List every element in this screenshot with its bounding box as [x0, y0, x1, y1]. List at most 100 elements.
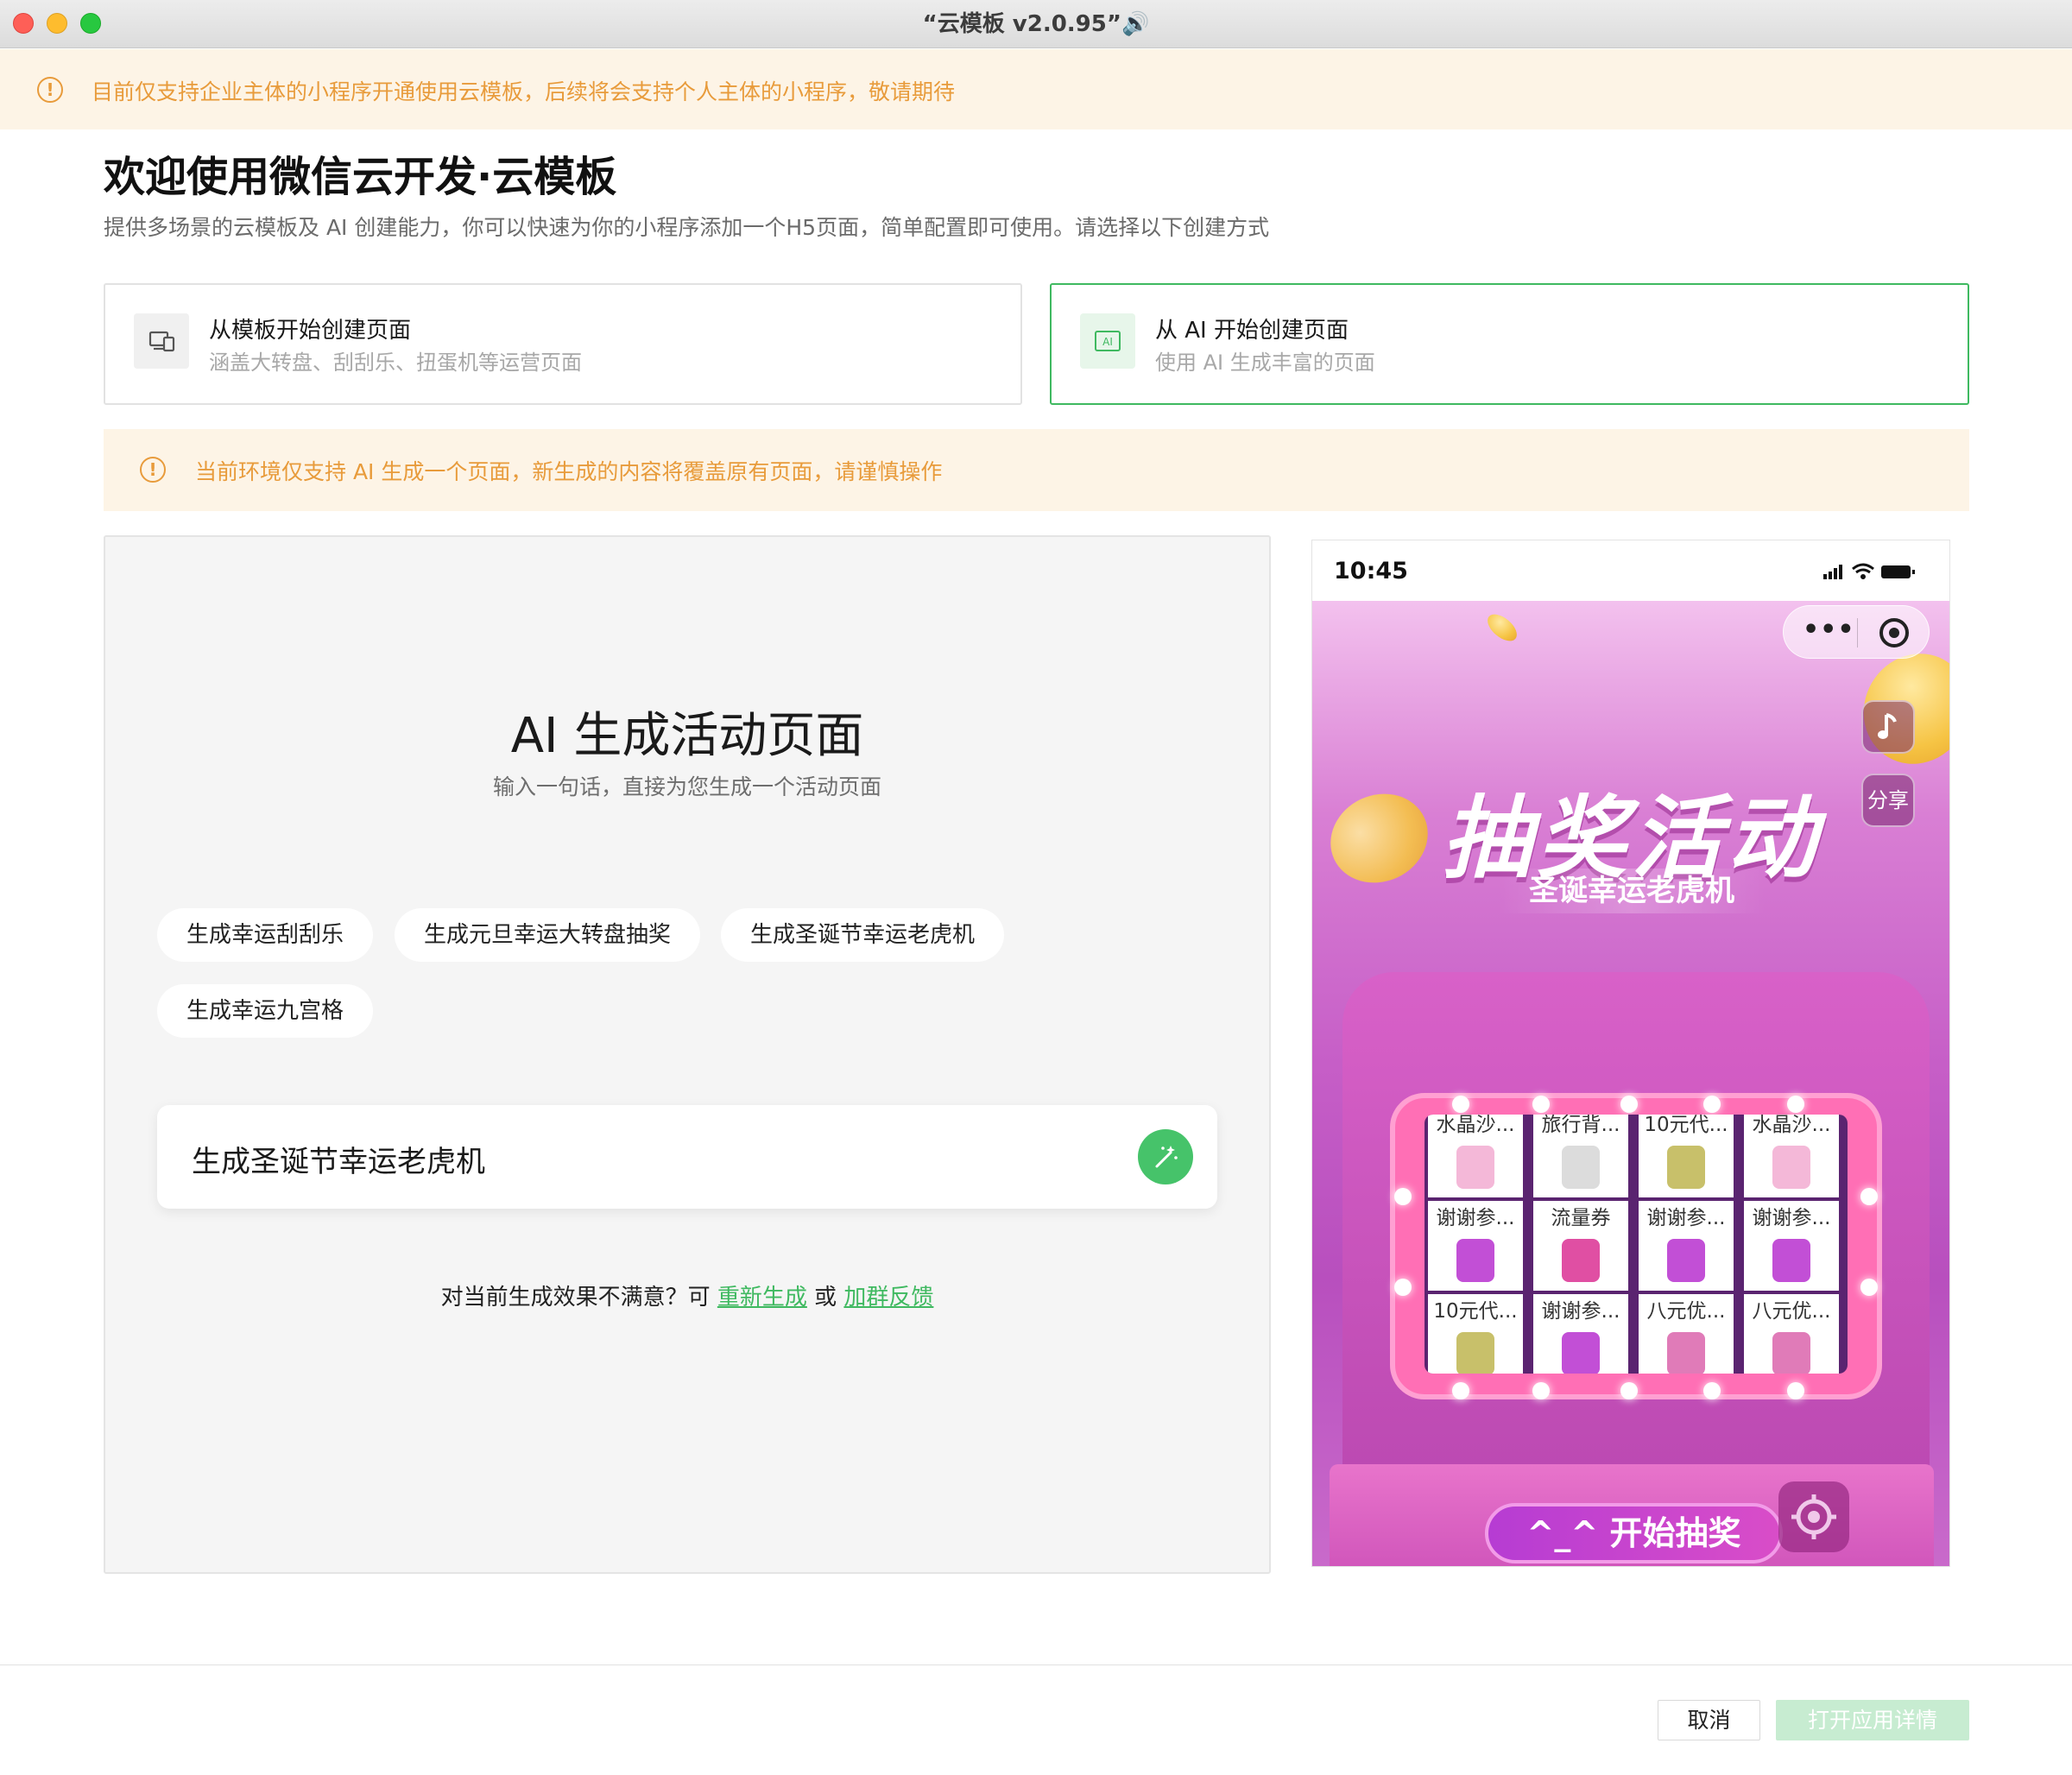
event-subtitle: 圣诞幸运老虎机 — [1498, 869, 1766, 913]
settings-button[interactable] — [1778, 1481, 1849, 1552]
music-note-icon — [1878, 713, 1897, 739]
ai-generate-panel: AI 生成活动页面 输入一句话，直接为您生成一个活动页面 生成幸运刮刮乐 生成元… — [104, 535, 1271, 1574]
ai-panel-subtitle: 输入一句话，直接为您生成一个活动页面 — [492, 774, 881, 799]
marquee-light — [1787, 1382, 1804, 1399]
marquee-light — [1620, 1096, 1638, 1113]
prompt-input[interactable]: 生成圣诞节幸运老虎机 — [157, 1105, 1217, 1209]
page-title: 欢迎使用微信云开发·云模板 — [104, 153, 617, 201]
suggestion-chip[interactable]: 生成幸运刮刮乐 — [157, 908, 374, 962]
reel-cell: 流量券 — [1533, 1201, 1628, 1291]
voucher-icon — [1456, 1332, 1494, 1374]
prize-label: 水晶沙... — [1752, 1115, 1831, 1136]
open-app-details-button[interactable]: 打开应用详情 — [1776, 1700, 1969, 1740]
gift-icon — [1772, 1239, 1810, 1282]
ai-icon: AI — [1080, 313, 1135, 369]
top-notice-text: 目前仅支持企业主体的小程序开通使用云模板，后续将会支持个人主体的小程序，敬请期待 — [92, 79, 956, 104]
suggestion-chip[interactable]: 生成幸运九宫格 — [157, 984, 374, 1038]
prize-label: 水晶沙... — [1436, 1115, 1515, 1136]
prompt-input-value[interactable]: 生成圣诞节幸运老虎机 — [192, 1138, 485, 1180]
ai-card-desc: 使用 AI 生成丰富的页面 — [1155, 351, 1375, 375]
feedback-prefix: 对当前生成效果不满意？可 — [440, 1285, 711, 1311]
marquee-light — [1703, 1382, 1721, 1399]
env-notice-text: 当前环境仅支持 AI 生成一个页面，新生成的内容将覆盖原有页面，请谨慎操作 — [195, 459, 943, 484]
music-button[interactable] — [1861, 700, 1915, 754]
prize-label: 流量券 — [1551, 1207, 1611, 1229]
marquee-light — [1394, 1188, 1412, 1205]
marquee-light — [1394, 1279, 1412, 1296]
reel-cell: 10元代... — [1639, 1115, 1734, 1197]
or-text: 或 — [814, 1285, 837, 1311]
create-from-template-card[interactable]: 从模板开始创建页面 涵盖大转盘、刮刮乐、扭蛋机等运营页面 — [104, 283, 1022, 405]
ai-panel-title: AI 生成活动页面 — [510, 708, 864, 764]
prize-label: 10元代... — [1644, 1115, 1728, 1136]
window-title: “云模板 v2.0.95”🔊 — [922, 11, 1150, 37]
gear-icon — [1791, 1494, 1836, 1539]
dialog-footer: 取消 打开应用详情 — [0, 1664, 2072, 1775]
backpack-icon — [1562, 1146, 1600, 1189]
prize-label: 谢谢参... — [1436, 1207, 1515, 1229]
phone-preview: 10:45 ••• 分享 抽奖活动 圣诞幸运老虎机 水晶沙... 旅行背... … — [1311, 540, 1950, 1567]
generate-button[interactable] — [1138, 1129, 1193, 1184]
suggestion-chip[interactable]: 生成圣诞节幸运老虎机 — [721, 908, 1005, 962]
prize-label: 旅行背... — [1541, 1115, 1620, 1136]
signal-wifi-battery-icon — [1823, 563, 1915, 579]
page-subtitle: 提供多场景的云模板及 AI 创建能力，你可以快速为你的小程序添加一个H5页面，简… — [104, 215, 1270, 240]
coupon-icon — [1562, 1239, 1600, 1282]
prize-label: 谢谢参... — [1646, 1207, 1726, 1229]
cancel-button[interactable]: 取消 — [1658, 1700, 1760, 1740]
env-notice-banner: ! 当前环境仅支持 AI 生成一个页面，新生成的内容将覆盖原有页面，请谨慎操作 — [104, 429, 1969, 511]
marquee-light — [1452, 1382, 1469, 1399]
hourglass-icon — [1456, 1146, 1494, 1189]
window-titlebar: “云模板 v2.0.95”🔊 — [0, 0, 2072, 48]
suggestion-chip[interactable]: 生成元旦幸运大转盘抽奖 — [395, 908, 701, 962]
marquee-light — [1620, 1382, 1638, 1399]
warning-icon: ! — [37, 77, 63, 103]
reel-cell: 水晶沙... — [1428, 1115, 1523, 1197]
hourglass-icon — [1772, 1146, 1810, 1189]
marquee-light — [1787, 1096, 1804, 1113]
reel-cell: 旅行背... — [1533, 1115, 1628, 1197]
devices-icon — [134, 313, 189, 369]
slot-reels: 水晶沙... 旅行背... 10元代... 水晶沙... 谢谢参... 流量券 … — [1424, 1115, 1848, 1374]
template-card-title: 从模板开始创建页面 — [209, 318, 412, 344]
discount-ticket-icon — [1667, 1332, 1705, 1374]
status-time: 10:45 — [1334, 558, 1408, 584]
close-target-icon[interactable] — [1879, 618, 1909, 647]
event-page-screen: ••• 分享 抽奖活动 圣诞幸运老虎机 水晶沙... 旅行背... 10元代..… — [1312, 601, 1949, 1566]
coin-decoration — [1482, 609, 1522, 647]
svg-text:AI: AI — [1102, 336, 1113, 348]
create-from-ai-card[interactable]: AI 从 AI 开始创建页面 使用 AI 生成丰富的页面 — [1050, 283, 1969, 405]
phone-status-bar: 10:45 — [1312, 540, 1949, 601]
more-icon[interactable]: ••• — [1803, 615, 1855, 645]
marquee-light — [1532, 1096, 1550, 1113]
magic-wand-icon — [1155, 1146, 1178, 1168]
reel-cell: 八元优... — [1639, 1294, 1734, 1374]
prize-label: 八元优... — [1646, 1300, 1726, 1323]
gift-icon — [1456, 1239, 1494, 1282]
gift-icon — [1562, 1332, 1600, 1374]
prize-label: 谢谢参... — [1541, 1300, 1620, 1323]
group-feedback-link[interactable]: 加群反馈 — [843, 1285, 933, 1311]
prize-label: 10元代... — [1433, 1300, 1518, 1323]
capsule-divider — [1857, 618, 1858, 647]
prize-label: 谢谢参... — [1752, 1207, 1831, 1229]
warning-icon: ! — [140, 457, 166, 483]
miniprogram-capsule[interactable]: ••• — [1783, 605, 1930, 659]
template-card-desc: 涵盖大转盘、刮刮乐、扭蛋机等运营页面 — [209, 351, 582, 375]
marquee-light — [1452, 1096, 1469, 1113]
ai-card-title: 从 AI 开始创建页面 — [1155, 318, 1349, 344]
reel-cell: 谢谢参... — [1428, 1201, 1523, 1291]
marquee-light — [1860, 1188, 1878, 1205]
top-notice-banner: ! 目前仅支持企业主体的小程序开通使用云模板，后续将会支持个人主体的小程序，敬请… — [0, 49, 2072, 129]
marquee-light — [1532, 1382, 1550, 1399]
feedback-line: 对当前生成效果不满意？可 重新生成 或 加群反馈 — [105, 1279, 1269, 1311]
reel-cell: 谢谢参... — [1744, 1201, 1839, 1291]
reel-cell: 水晶沙... — [1744, 1115, 1839, 1197]
regenerate-link[interactable]: 重新生成 — [717, 1285, 807, 1311]
gift-icon — [1667, 1239, 1705, 1282]
start-lottery-button[interactable]: ^_^ 开始抽奖 — [1485, 1503, 1783, 1563]
reel-cell: 八元优... — [1744, 1294, 1839, 1374]
reel-cell: 谢谢参... — [1533, 1294, 1628, 1374]
reel-cell: 谢谢参... — [1639, 1201, 1734, 1291]
voucher-icon — [1667, 1146, 1705, 1189]
